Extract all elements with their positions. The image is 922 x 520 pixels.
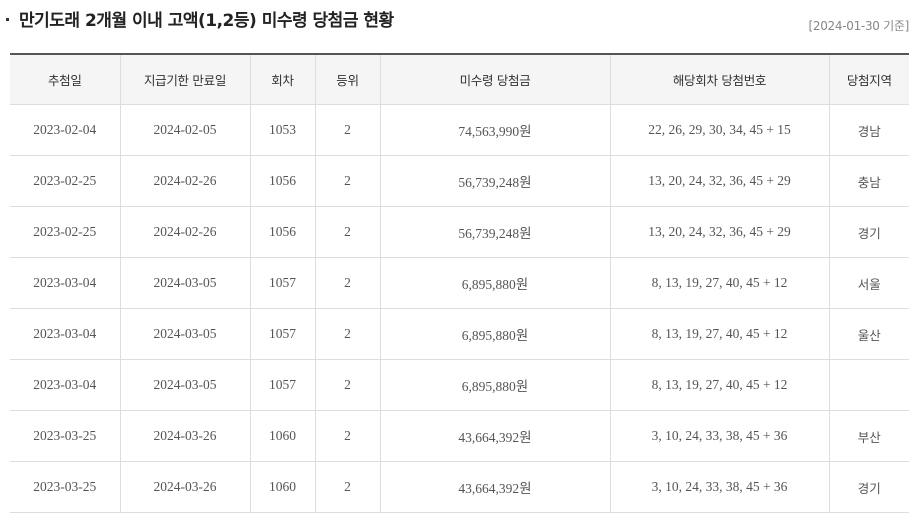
region-cell: 충남 [829,155,909,207]
round-cell: 1057 [250,359,316,411]
table-row: 2023-03-04 2024-03-05 1057 2 6,895,880원 … [10,308,909,360]
round-cell: 1060 [250,410,316,462]
column-header-numbers: 해당회차 당첨번호 [610,54,830,105]
amount-cell: 74,563,990원 [380,104,611,156]
numbers-cell: 13, 20, 24, 32, 36, 45 + 29 [610,155,830,207]
round-cell: 1060 [250,461,316,513]
column-header-deadline: 지급기한 만료일 [120,54,251,105]
rank-cell: 2 [315,257,381,309]
bullet-icon [6,18,9,21]
table-row: 2023-02-25 2024-02-26 1056 2 56,739,248원… [10,155,909,207]
region-cell: 경남 [829,104,909,156]
amount-cell: 43,664,392원 [380,410,611,462]
deadline-cell: 2024-02-05 [120,104,251,156]
section-title: 만기도래 2개월 이내 고액(1,2등) 미수령 당첨금 현황 [19,11,394,31]
amount-cell: 56,739,248원 [380,206,611,258]
region-cell: 울산 [829,308,909,360]
numbers-cell: 13, 20, 24, 32, 36, 45 + 29 [610,206,830,258]
amount-cell: 6,895,880원 [380,257,611,309]
draw-date-cell: 2023-02-25 [10,155,121,207]
table-row: 2023-03-25 2024-03-26 1060 2 43,664,392원… [10,461,909,513]
column-header-draw-date: 추첨일 [10,54,121,105]
region-cell: 서울 [829,257,909,309]
amount-cell: 6,895,880원 [380,359,611,411]
round-cell: 1056 [250,206,316,258]
numbers-cell: 3, 10, 24, 33, 38, 45 + 36 [610,461,830,513]
deadline-cell: 2024-03-05 [120,308,251,360]
rank-cell: 2 [315,308,381,360]
rank-cell: 2 [315,359,381,411]
rank-cell: 2 [315,104,381,156]
round-cell: 1053 [250,104,316,156]
draw-date-cell: 2023-03-04 [10,359,121,411]
draw-date-cell: 2023-02-25 [10,206,121,258]
draw-date-cell: 2023-03-25 [10,410,121,462]
table-row: 2023-02-25 2024-02-26 1056 2 56,739,248원… [10,206,909,258]
numbers-cell: 8, 13, 19, 27, 40, 45 + 12 [610,257,830,309]
amount-cell: 43,664,392원 [380,461,611,513]
draw-date-cell: 2023-02-04 [10,104,121,156]
column-header-round: 회차 [250,54,316,105]
deadline-cell: 2024-02-26 [120,155,251,207]
deadline-cell: 2024-03-26 [120,461,251,513]
rank-cell: 2 [315,206,381,258]
draw-date-cell: 2023-03-04 [10,308,121,360]
as-of-date: [2024-01-30 기준] [808,19,910,33]
draw-date-cell: 2023-03-25 [10,461,121,513]
amount-cell: 6,895,880원 [380,308,611,360]
numbers-cell: 8, 13, 19, 27, 40, 45 + 12 [610,359,830,411]
deadline-cell: 2024-03-26 [120,410,251,462]
amount-cell: 56,739,248원 [380,155,611,207]
column-header-amount: 미수령 당첨금 [380,54,611,105]
table-row: 2023-03-04 2024-03-05 1057 2 6,895,880원 … [10,359,909,411]
region-cell: 부산 [829,410,909,462]
numbers-cell: 8, 13, 19, 27, 40, 45 + 12 [610,308,830,360]
table-row: 2023-03-25 2024-03-26 1060 2 43,664,392원… [10,410,909,462]
numbers-cell: 22, 26, 29, 30, 34, 45 + 15 [610,104,830,156]
rank-cell: 2 [315,155,381,207]
region-cell: 경기 [829,461,909,513]
rank-cell: 2 [315,410,381,462]
numbers-cell: 3, 10, 24, 33, 38, 45 + 36 [610,410,830,462]
column-header-rank: 등위 [315,54,381,105]
unclaimed-prize-table: 추첨일 지급기한 만료일 회차 등위 미수령 당첨금 해당회차 당첨번호 당첨지… [10,53,909,513]
title-wrap: 만기도래 2개월 이내 고액(1,2등) 미수령 당첨금 현황 [6,6,394,31]
rank-cell: 2 [315,461,381,513]
table-row: 2023-03-04 2024-03-05 1057 2 6,895,880원 … [10,257,909,309]
deadline-cell: 2024-03-05 [120,359,251,411]
deadline-cell: 2024-02-26 [120,206,251,258]
round-cell: 1057 [250,308,316,360]
table-row: 2023-02-04 2024-02-05 1053 2 74,563,990원… [10,104,909,156]
round-cell: 1056 [250,155,316,207]
column-header-region: 당첨지역 [829,54,909,105]
region-cell [829,359,909,411]
deadline-cell: 2024-03-05 [120,257,251,309]
table-header-row: 추첨일 지급기한 만료일 회차 등위 미수령 당첨금 해당회차 당첨번호 당첨지… [10,54,909,105]
round-cell: 1057 [250,257,316,309]
section-header: 만기도래 2개월 이내 고액(1,2등) 미수령 당첨금 현황 [2024-01… [0,0,922,52]
region-cell: 경기 [829,206,909,258]
draw-date-cell: 2023-03-04 [10,257,121,309]
